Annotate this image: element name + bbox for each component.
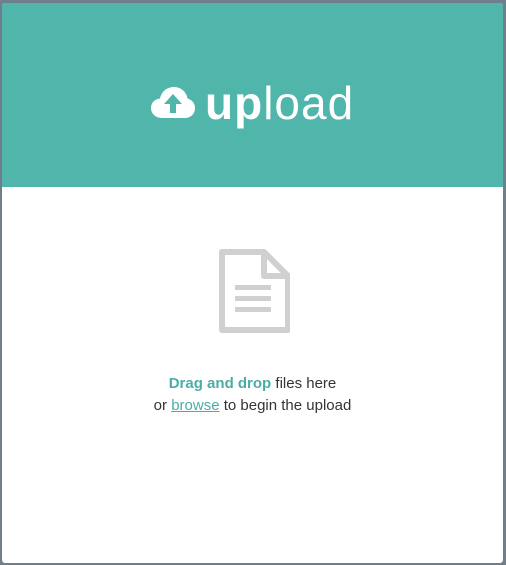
brand-title: upload <box>205 80 354 126</box>
drag-and-drop-label: Drag and drop <box>168 375 272 392</box>
cloud-upload-icon <box>151 87 195 118</box>
brand-title-up: up <box>205 77 264 129</box>
files-here-text: files here <box>271 375 337 392</box>
drop-instructions: Drag and drop files here or browse to be… <box>2 373 503 417</box>
brand: upload <box>151 75 354 131</box>
drop-instructions-line1: Drag and drop files here <box>2 373 503 395</box>
window-frame: upload Drag and drop files here or brows… <box>0 0 506 565</box>
drop-zone[interactable]: Drag and drop files here or browse to be… <box>2 187 503 563</box>
or-text: or <box>153 397 172 414</box>
upload-header: upload <box>2 3 503 187</box>
upload-card: upload Drag and drop files here or brows… <box>2 3 503 563</box>
drop-instructions-line2: or browse to begin the upload <box>2 395 503 417</box>
browse-link[interactable]: browse <box>171 397 219 414</box>
begin-upload-text: to begin the upload <box>219 397 352 414</box>
brand-title-load: load <box>263 77 355 129</box>
document-icon <box>219 249 290 333</box>
